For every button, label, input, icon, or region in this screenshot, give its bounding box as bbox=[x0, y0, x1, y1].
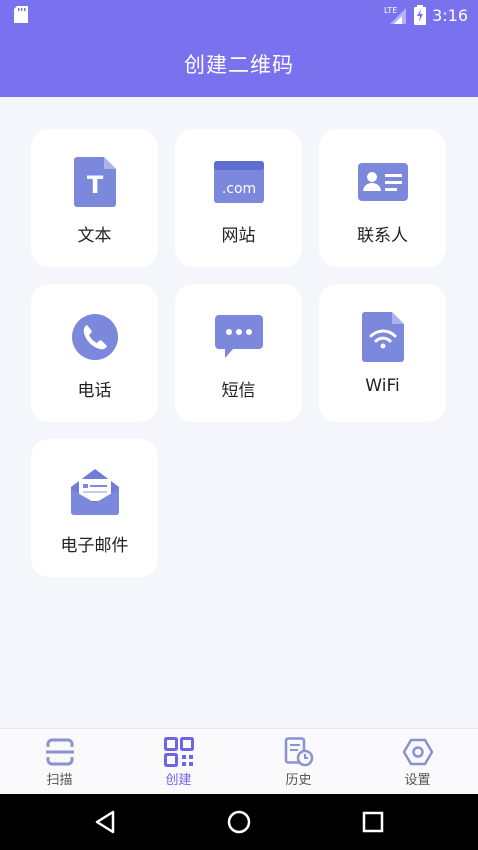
contact-card-icon bbox=[356, 155, 410, 209]
tile-label: 电子邮件 bbox=[60, 536, 129, 556]
recents-button[interactable] bbox=[358, 808, 388, 836]
system-navigation-bar bbox=[0, 794, 478, 850]
tile-website[interactable]: .com 网站 bbox=[175, 129, 302, 267]
phone-icon bbox=[68, 310, 122, 364]
battery-charging-icon bbox=[414, 5, 427, 25]
sms-icon bbox=[212, 310, 266, 364]
tile-phone[interactable]: 电话 bbox=[31, 284, 158, 422]
tile-sms[interactable]: 短信 bbox=[175, 284, 302, 422]
bottom-navigation: 扫描 创建 历史 设置 bbox=[0, 728, 478, 794]
tile-text[interactable]: T 文本 bbox=[31, 129, 158, 267]
history-icon bbox=[283, 737, 315, 767]
settings-icon bbox=[402, 737, 434, 767]
tile-email[interactable]: 电子邮件 bbox=[31, 439, 158, 577]
nav-label: 扫描 bbox=[46, 773, 73, 788]
back-button[interactable] bbox=[90, 808, 120, 836]
recents-icon bbox=[362, 811, 384, 833]
home-button[interactable] bbox=[224, 808, 254, 836]
tile-wifi[interactable]: WiFi bbox=[319, 284, 446, 422]
signal-icon: LTE bbox=[384, 6, 407, 24]
nav-settings[interactable]: 设置 bbox=[358, 729, 477, 795]
nav-label: 设置 bbox=[404, 773, 431, 788]
nav-label: 历史 bbox=[285, 773, 312, 788]
tile-contact[interactable]: 联系人 bbox=[319, 129, 446, 267]
website-icon: .com bbox=[212, 155, 266, 209]
tile-label: 短信 bbox=[221, 381, 256, 401]
sd-card-icon bbox=[14, 6, 28, 23]
tile-label: 联系人 bbox=[357, 226, 408, 246]
nav-create[interactable]: 创建 bbox=[119, 729, 238, 795]
nav-scan[interactable]: 扫描 bbox=[0, 729, 119, 795]
wifi-document-icon bbox=[356, 310, 410, 364]
tile-label: 电话 bbox=[77, 381, 112, 401]
status-time: 3:16 bbox=[432, 5, 468, 25]
scan-icon bbox=[44, 737, 76, 767]
qr-code-icon bbox=[163, 737, 195, 767]
email-icon bbox=[68, 465, 122, 519]
nav-history[interactable]: 历史 bbox=[239, 729, 358, 795]
tile-label: 网站 bbox=[221, 226, 256, 246]
back-icon bbox=[95, 810, 115, 834]
home-icon bbox=[227, 810, 251, 834]
tile-label: 文本 bbox=[77, 226, 112, 246]
app-bar: 创建二维码 bbox=[0, 30, 478, 97]
nav-label: 创建 bbox=[165, 773, 192, 788]
status-bar: LTE 3:16 bbox=[0, 0, 478, 30]
network-label: LTE bbox=[384, 6, 397, 15]
website-icon-text: .com bbox=[221, 181, 255, 197]
text-document-icon: T bbox=[68, 155, 122, 209]
page-title: 创建二维码 bbox=[184, 52, 294, 77]
text-icon-letter: T bbox=[86, 171, 103, 199]
create-options-grid: T 文本 .com 网站 联系人 电话 短信 WiFi 电子邮件 bbox=[0, 97, 478, 728]
tile-label: WiFi bbox=[365, 376, 400, 396]
